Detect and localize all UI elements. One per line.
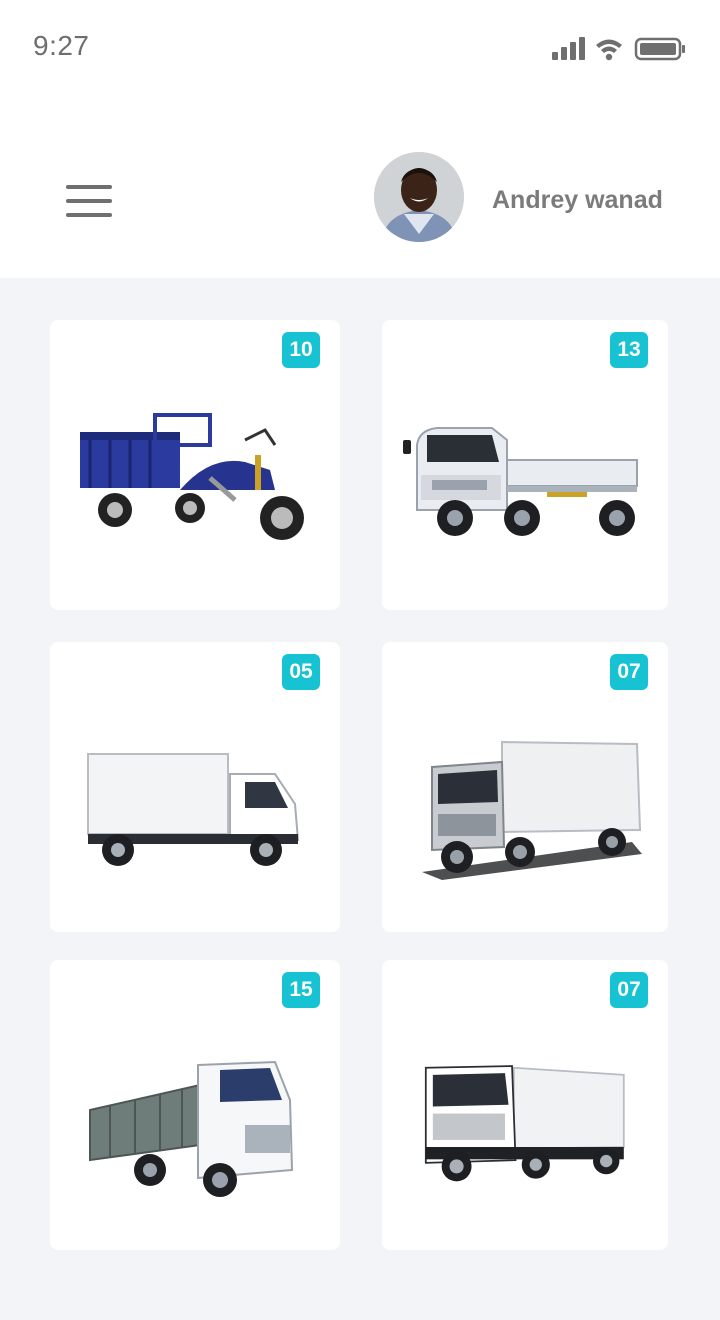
box-truck-heavy-image [424,1065,625,1182]
vehicle-card-box-heavy[interactable]: 07 [382,960,668,1250]
flatbed-truck-image [403,427,638,536]
user-name[interactable]: Andrey wanad [492,186,663,215]
box-truck-small-image [87,753,300,866]
count-badge: 15 [282,972,320,1008]
vehicle-card-box-large[interactable]: 07 [382,642,668,932]
avatar[interactable] [374,152,464,242]
vehicle-card-box-small[interactable]: 05 [50,642,340,932]
vehicle-card-flatbed[interactable]: 13 [382,320,668,610]
count-badge: 07 [610,972,648,1008]
count-badge: 10 [282,332,320,368]
status-icons [552,37,685,61]
avatar-image [374,152,464,242]
wifi-icon [596,39,622,61]
top-bar: 9:27 Andrey wanad [0,0,720,278]
hamburger-menu-icon[interactable] [64,183,114,219]
status-time: 9:27 [33,30,90,61]
box-truck-large-image [422,740,642,880]
signal-icon [552,37,585,60]
count-badge: 07 [610,654,648,690]
vehicle-card-stake-bed[interactable]: 15 [50,960,340,1250]
stake-bed-truck-image [89,1060,294,1197]
vehicle-card-tricycle[interactable]: 10 [50,320,340,610]
count-badge: 05 [282,654,320,690]
count-badge: 13 [610,332,648,368]
battery-icon [634,37,685,61]
cargo-tricycle-image [80,413,304,540]
